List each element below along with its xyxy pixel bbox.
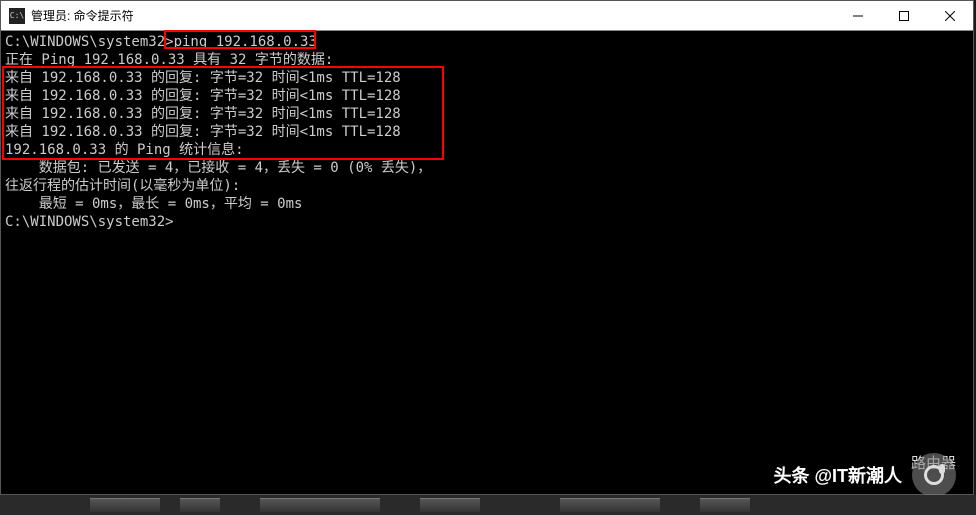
- watermark-footer-text: 头条 @IT新潮人: [773, 462, 902, 488]
- ping-reply: 来自 192.168.0.33 的回复: 字节=32 时间<1ms TTL=12…: [5, 69, 969, 87]
- ping-header: 正在 Ping 192.168.0.33 具有 32 字节的数据:: [5, 51, 969, 69]
- ping-reply: 来自 192.168.0.33 的回复: 字节=32 时间<1ms TTL=12…: [5, 105, 969, 123]
- window-title: 管理员: 命令提示符: [31, 7, 134, 24]
- stats-header: 192.168.0.33 的 Ping 统计信息:: [5, 141, 969, 159]
- prompt-line: C:\WINDOWS\system32>ping 192.168.0.33: [5, 33, 969, 51]
- app-icon: C:\: [9, 8, 25, 24]
- ping-reply: 来自 192.168.0.33 的回复: 字节=32 时间<1ms TTL=12…: [5, 123, 969, 141]
- stats-rtt: 最短 = 0ms，最长 = 0ms，平均 = 0ms: [5, 195, 969, 213]
- maximize-button[interactable]: [881, 1, 927, 30]
- console-area[interactable]: C:\WINDOWS\system32>ping 192.168.0.33 正在…: [1, 31, 973, 494]
- titlebar[interactable]: C:\ 管理员: 命令提示符: [1, 1, 973, 31]
- minimize-button[interactable]: [835, 1, 881, 30]
- taskbar-fragment: [0, 495, 976, 515]
- ping-reply: 来自 192.168.0.33 的回复: 字节=32 时间<1ms TTL=12…: [5, 87, 969, 105]
- prompt-line: C:\WINDOWS\system32>: [5, 213, 969, 231]
- watermark-logo-icon: [912, 453, 956, 497]
- watermark: 头条 @IT新潮人: [773, 453, 956, 497]
- prompt-prefix: C:\WINDOWS\system32>: [5, 34, 174, 50]
- command-text: ping 192.168.0.33: [174, 34, 317, 50]
- command-prompt-window: C:\ 管理员: 命令提示符 C:\WINDOWS\system32>ping …: [0, 0, 974, 495]
- window-controls: [835, 1, 973, 30]
- stats-packets: 数据包: 已发送 = 4，已接收 = 4，丢失 = 0 (0% 丢失)，: [5, 159, 969, 177]
- stats-rtt-header: 往返行程的估计时间(以毫秒为单位):: [5, 177, 969, 195]
- close-button[interactable]: [927, 1, 973, 30]
